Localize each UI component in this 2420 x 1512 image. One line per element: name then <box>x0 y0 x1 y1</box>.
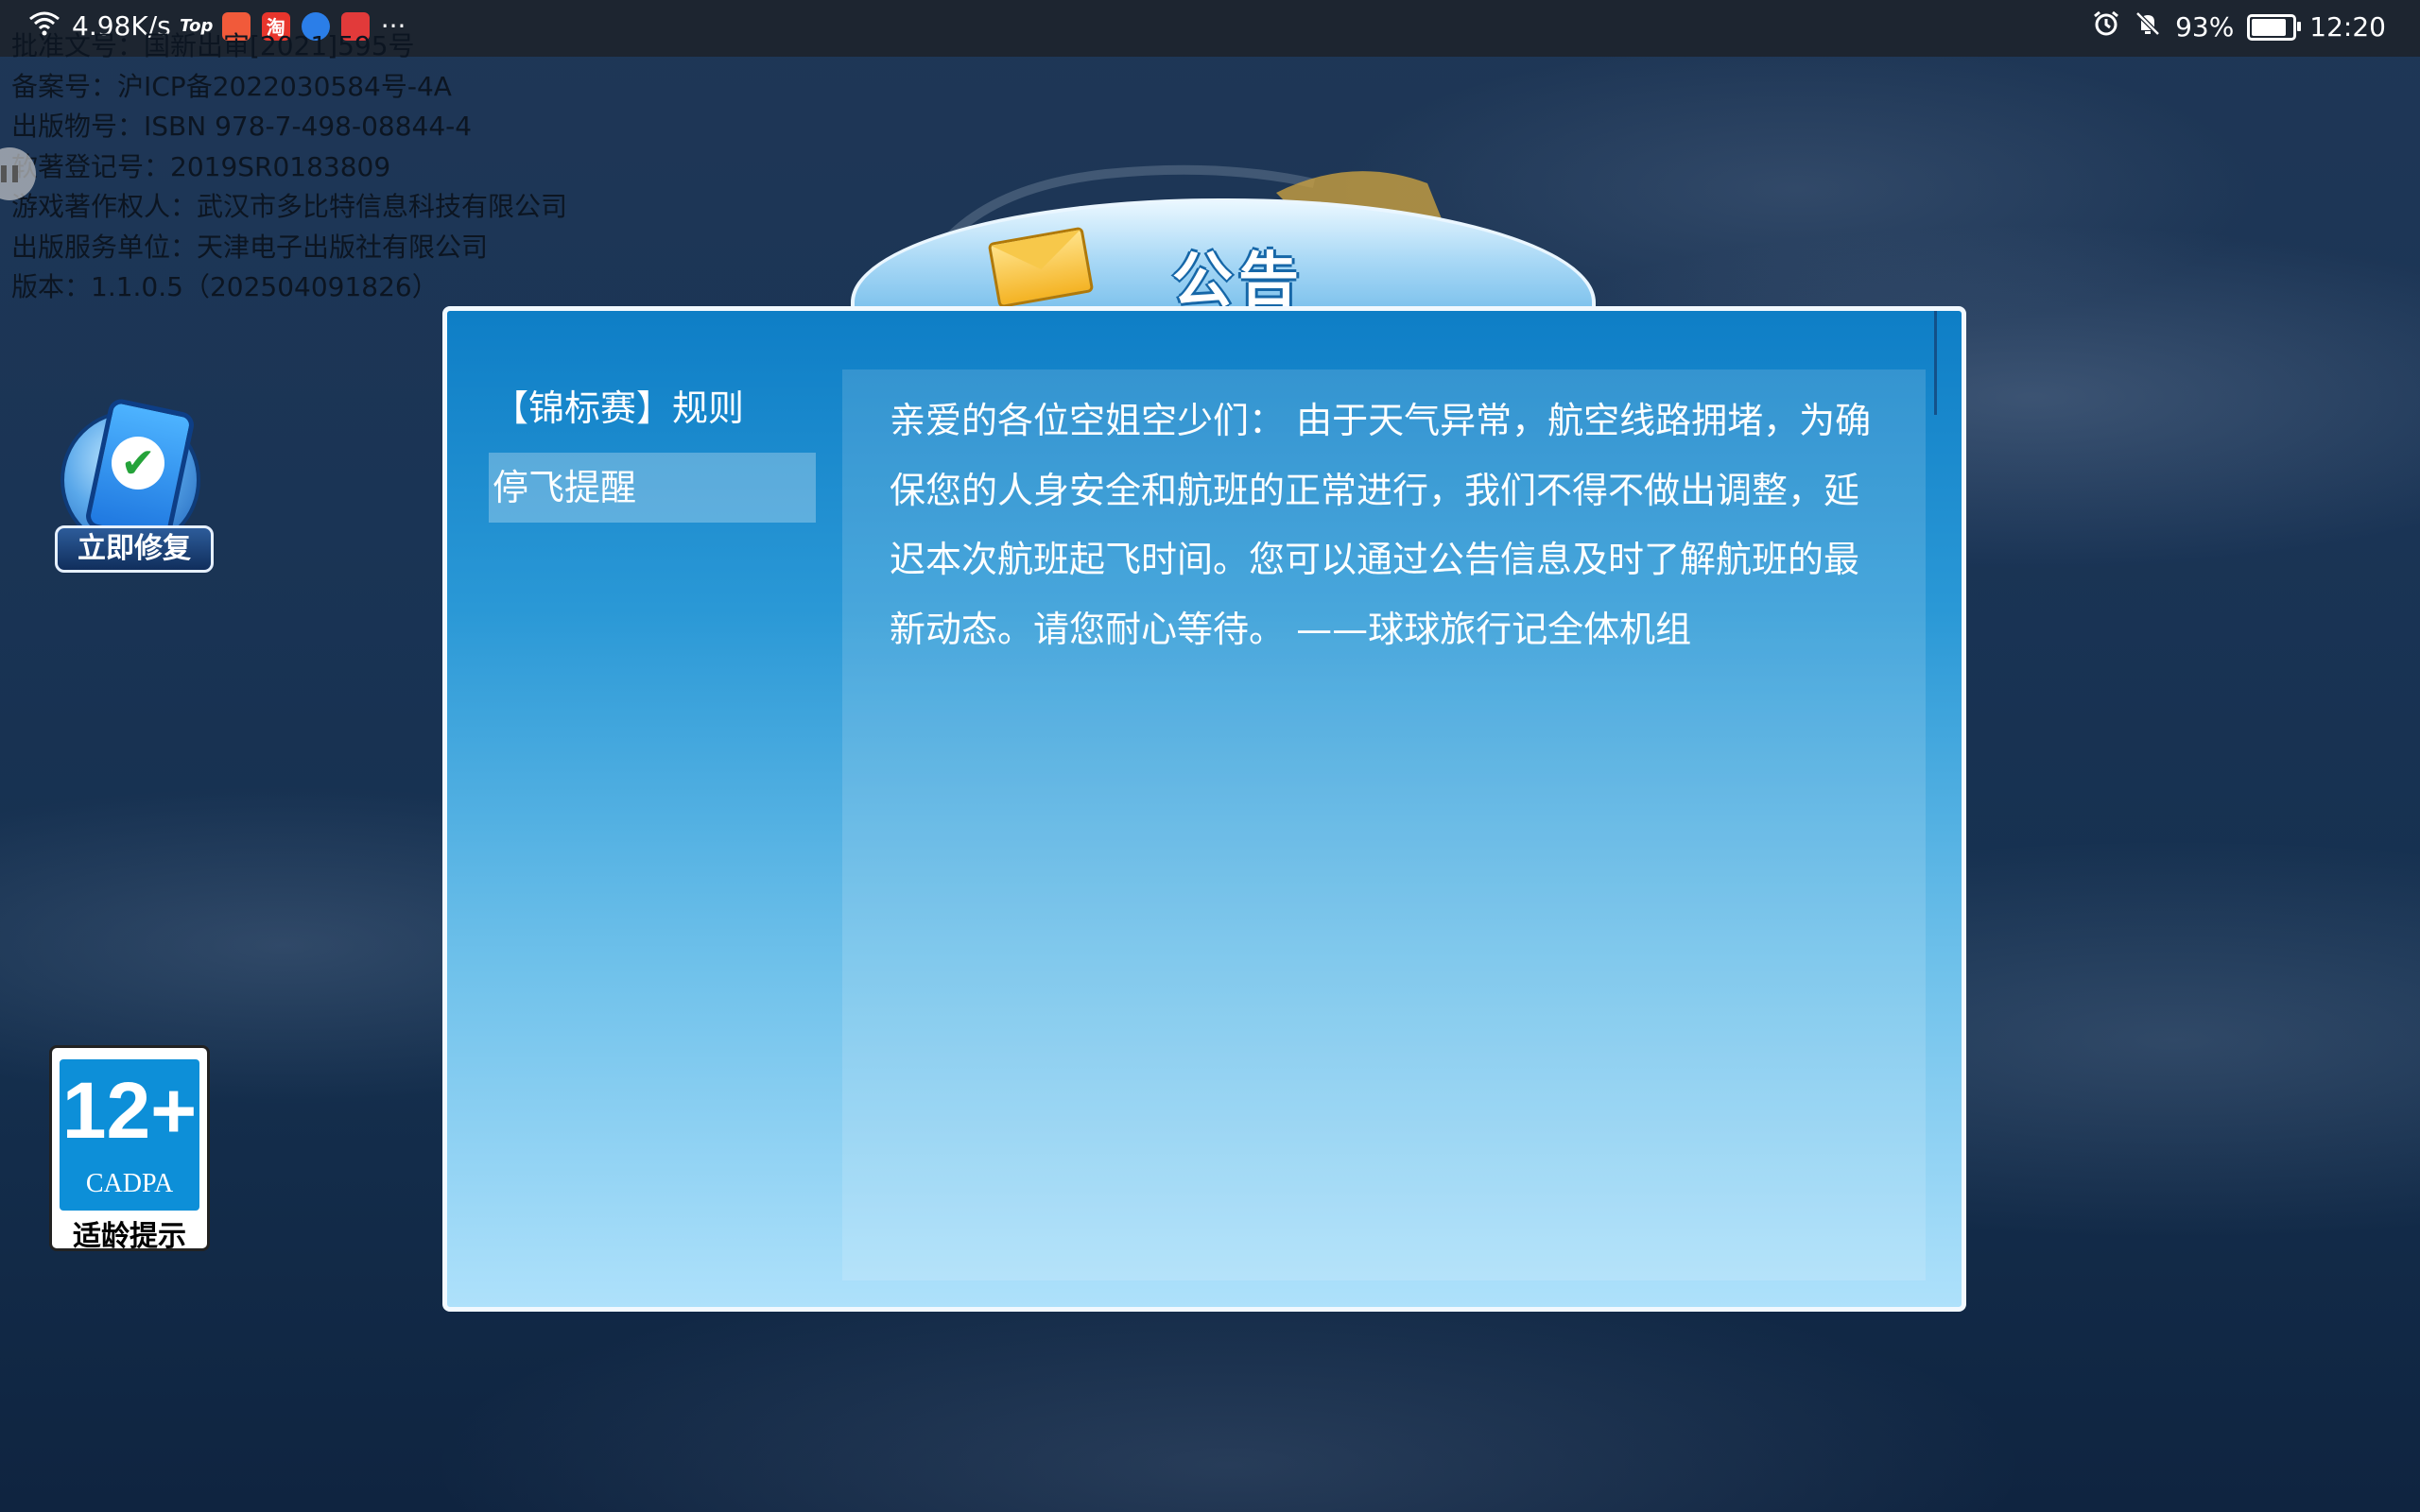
mute-icon <box>2134 9 2162 44</box>
announcement-content[interactable]: 亲爱的各位空姐空少们： 由于天气异常，航空线路拥堵，为确保您的人身安全和航班的正… <box>842 369 1926 1280</box>
announcement-dialog: 【锦标赛】规则 停飞提醒 亲爱的各位空姐空少们： 由于天气异常，航空线路拥堵，为… <box>442 306 1966 1312</box>
announcement-item-tournament-rules[interactable]: 【锦标赛】规则 <box>489 373 816 443</box>
battery-percent: 93% <box>2175 11 2235 43</box>
scrollbar[interactable] <box>1934 311 1937 415</box>
info-line: 软著登记号：2019SR0183809 <box>11 150 391 182</box>
announcement-list: 【锦标赛】规则 停飞提醒 <box>489 373 816 532</box>
age-rating-org: CADPA <box>85 1169 174 1198</box>
info-line: 版本：1.1.0.5（202504091826） <box>11 271 439 302</box>
repair-button-label: 立即修复 <box>55 525 214 573</box>
check-icon: ✔ <box>112 437 164 490</box>
info-line: 批准文号：国新出审[2021]595号 <box>11 30 415 61</box>
info-line: 出版物号：ISBN 978-7-498-08844-4 <box>11 111 473 142</box>
age-rating-tip: 适龄提示 <box>73 1220 186 1253</box>
age-rating-badge[interactable]: 12+ CADPA 适龄提示 <box>49 1045 210 1253</box>
announcement-item-grounding-notice[interactable]: 停飞提醒 <box>489 453 816 523</box>
info-line: 游戏著作权人：武汉市多比特信息科技有限公司 <box>11 191 568 222</box>
age-rating-value: 12+ <box>61 1066 198 1155</box>
publication-info: 批准文号：国新出审[2021]595号 备案号：沪ICP备2022030584号… <box>11 26 567 308</box>
clock: 12:20 <box>2309 11 2386 43</box>
repair-button[interactable]: ✔ 立即修复 <box>53 396 216 576</box>
announcement-text: 亲爱的各位空姐空少们： 由于天气异常，航空线路拥堵，为确保您的人身安全和航班的正… <box>890 400 1872 650</box>
battery-icon <box>2247 13 2302 41</box>
alarm-icon <box>2092 9 2120 44</box>
info-line: 备案号：沪ICP备2022030584号-4A <box>11 70 452 102</box>
pause-icon <box>1 165 7 182</box>
info-line: 出版服务单位：天津电子出版社有限公司 <box>11 231 489 263</box>
